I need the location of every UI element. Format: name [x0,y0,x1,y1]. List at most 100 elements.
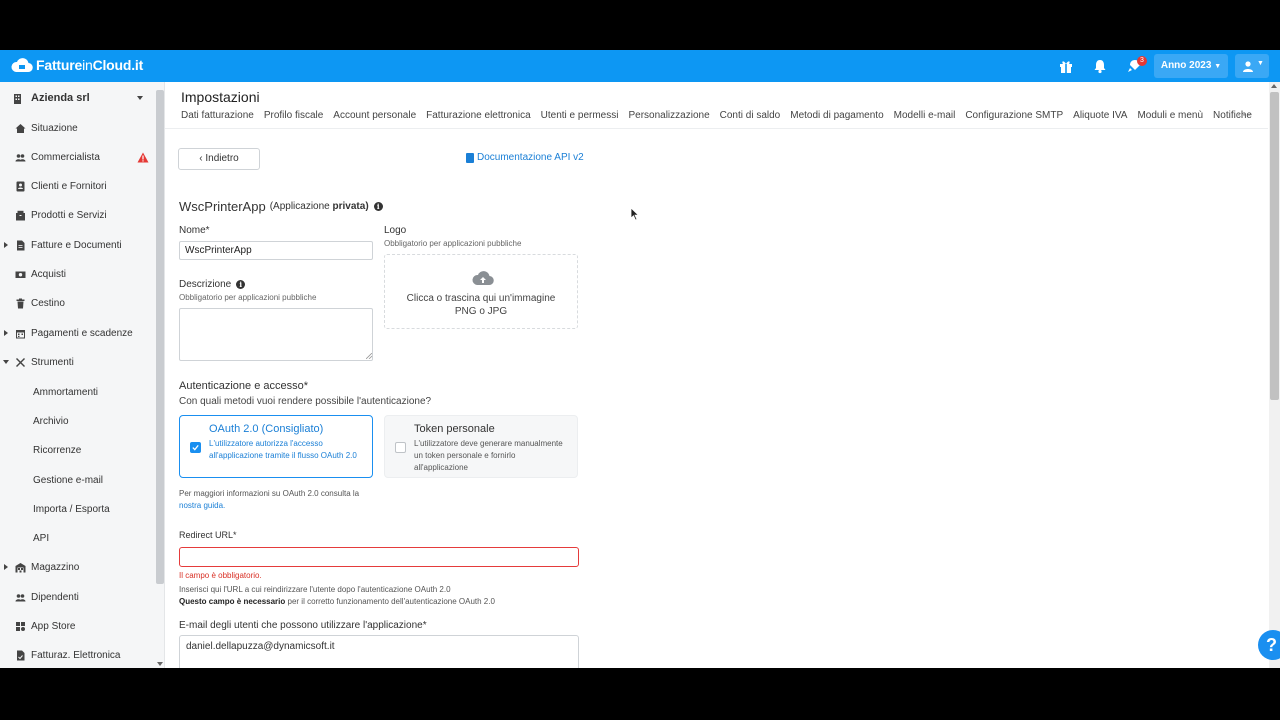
sidebar-item-gestione-email[interactable]: Gestione e-mail [0,470,155,490]
sidebar-scrollbar[interactable] [156,90,164,584]
info-icon[interactable]: i [236,280,246,289]
sidebar-item-ricorrenze[interactable]: Ricorrenze [0,440,155,460]
scroll-up-icon[interactable] [1271,84,1277,88]
oauth-option-card[interactable]: OAuth 2.0 (Consigliato) L'utilizzatore a… [179,415,373,478]
info-icon[interactable]: i [373,202,383,211]
guide-link[interactable]: nostra guida. [179,501,225,510]
mouse-cursor-icon [630,207,640,221]
tab-account-personale[interactable]: Account personale [333,110,416,124]
help-button[interactable]: ? [1258,630,1280,660]
description-textarea[interactable] [179,308,373,361]
year-selector-button[interactable]: Anno 2023 ▼ [1154,54,1228,78]
sidebar-item-dipendenti[interactable]: Dipendenti [0,587,155,607]
app-type: (Applicazione privata) [269,201,369,212]
apps-icon [16,621,25,631]
name-input[interactable]: WscPrinterApp [179,241,373,260]
app-window: FattureinCloud.it 3 Anno 2023 ▼ ▼ Aziend… [0,50,1280,668]
token-option-card[interactable]: Token personale L'utilizzatore deve gene… [384,415,578,478]
sidebar-item-fatturazione-elettronica[interactable]: Fatturaz. Elettronica [0,645,155,665]
app-title: WscPrinterApp (Applicazione privata) i [179,199,383,214]
brand-logo[interactable]: FattureinCloud.it [11,57,143,73]
tab-configurazione-smtp[interactable]: Configurazione SMTP [965,110,1063,124]
back-button[interactable]: ‹ Indietro [178,148,260,170]
sidebar-item-label: Importa / Esporta [33,503,110,515]
cash-icon [15,271,26,278]
tools-icon [16,357,25,367]
token-checkbox[interactable] [395,442,406,453]
oauth-description: L'utilizzatore autorizza l'accesso all'a… [209,439,357,460]
sidebar-item-label: Magazzino [31,561,80,573]
sidebar-item-label: App Store [31,620,76,632]
main-scrollbar[interactable] [1270,92,1279,400]
tab-profilo-fiscale[interactable]: Profilo fiscale [264,110,323,124]
caret-right-icon [4,330,8,336]
cloud-logo-icon [11,58,33,73]
oauth-checkbox[interactable] [190,442,201,453]
bell-icon[interactable] [1092,58,1108,74]
sidebar-item-clienti-fornitori[interactable]: Clienti e Fornitori [0,176,155,196]
document-icon [17,240,25,250]
sidebar-item-acquisti[interactable]: Acquisti [0,264,155,284]
sidebar-item-commercialista[interactable]: Commercialista [0,147,155,167]
sidebar-item-label: Pagamenti e scadenze [31,327,133,339]
sidebar-item-fatture-documenti[interactable]: Fatture e Documenti [0,235,155,255]
oauth-title: OAuth 2.0 (Consigliato) [209,423,324,435]
logo-dropzone[interactable]: Clicca o trascina qui un'immagine PNG o J… [384,254,578,329]
gift-icon[interactable] [1058,58,1074,74]
sidebar-item-strumenti[interactable]: Strumenti [0,352,155,372]
sidebar-item-label: Acquisti [31,268,67,280]
token-description: L'utilizzatore deve generare manualmente… [414,439,563,472]
chevron-down-icon [137,96,143,100]
company-selector[interactable]: Azienda srl [0,88,155,108]
trash-icon [16,298,25,308]
users-icon [15,153,26,161]
sidebar-item-label: Gestione e-mail [33,474,104,486]
more-tabs-icon[interactable]: ··· [1237,107,1252,121]
user-menu-button[interactable]: ▼ [1235,54,1269,78]
logo-label: Logo [384,225,407,236]
sidebar-item-cestino[interactable]: Cestino [0,293,155,313]
sidebar-item-importa-esporta[interactable]: Importa / Esporta [0,499,155,519]
check-icon [192,444,199,451]
tab-modelli-email[interactable]: Modelli e-mail [894,110,956,124]
tab-personalizzazione[interactable]: Personalizzazione [628,110,709,124]
scroll-down-icon[interactable] [157,662,163,666]
tab-conti-saldo[interactable]: Conti di saldo [720,110,781,124]
settings-tabs: Dati fatturazione Profilo fiscale Accoun… [181,110,1262,124]
sidebar-item-ammortamenti[interactable]: Ammortamenti [0,382,155,402]
chevron-down-icon: ▼ [1257,60,1264,67]
sidebar-item-api[interactable]: API [0,528,155,548]
home-icon [15,123,26,133]
name-label: Nome* [179,225,210,236]
sidebar-item-magazzino[interactable]: Magazzino [0,557,155,577]
tab-fatturazione-elettronica[interactable]: Fatturazione elettronica [426,110,531,124]
sidebar-item-prodotti-servizi[interactable]: Prodotti e Servizi [0,205,155,225]
resize-grip-icon[interactable] [366,353,372,359]
auth-section-title: Autenticazione e accesso* [179,380,309,392]
tab-aliquote-iva[interactable]: Aliquote IVA [1073,110,1127,124]
users-icon [15,593,26,601]
warning-icon [137,152,149,162]
brand-name: FattureinCloud.it [36,57,144,73]
app-name-heading: WscPrinterApp [179,199,266,214]
email-users-input[interactable]: daniel.dellapuzza@dynamicsoft.it [179,635,579,668]
tab-dati-fatturazione[interactable]: Dati fatturazione [181,110,254,124]
sidebar-item-label: Cestino [31,297,65,309]
sidebar: Azienda srl Situazione Commercialista Cl… [0,82,165,668]
email-users-label: E-mail degli utenti che possono utilizza… [179,620,427,631]
sidebar-item-app-store[interactable]: App Store [0,616,155,636]
oauth-info-text: Per maggiori informazioni su OAuth 2.0 c… [179,489,360,510]
book-icon [466,152,474,163]
tab-moduli-menu[interactable]: Moduli e menù [1137,110,1203,124]
auth-section-subtitle: Con quali metodi vuoi rendere possibile … [179,396,432,407]
api-docs-link[interactable]: Documentazione API v2 [466,152,584,163]
sidebar-item-situazione[interactable]: Situazione [0,118,155,138]
redirect-url-error: Il campo è obbligatorio. [179,571,262,580]
redirect-url-input[interactable] [179,547,579,567]
tab-utenti-permessi[interactable]: Utenti e permessi [541,110,619,124]
caret-right-icon [4,242,8,248]
sidebar-item-pagamenti-scadenze[interactable]: Pagamenti e scadenze [0,323,155,343]
sidebar-item-archivio[interactable]: Archivio [0,411,155,431]
tab-metodi-pagamento[interactable]: Metodi di pagamento [790,110,883,124]
building-icon [14,93,21,104]
